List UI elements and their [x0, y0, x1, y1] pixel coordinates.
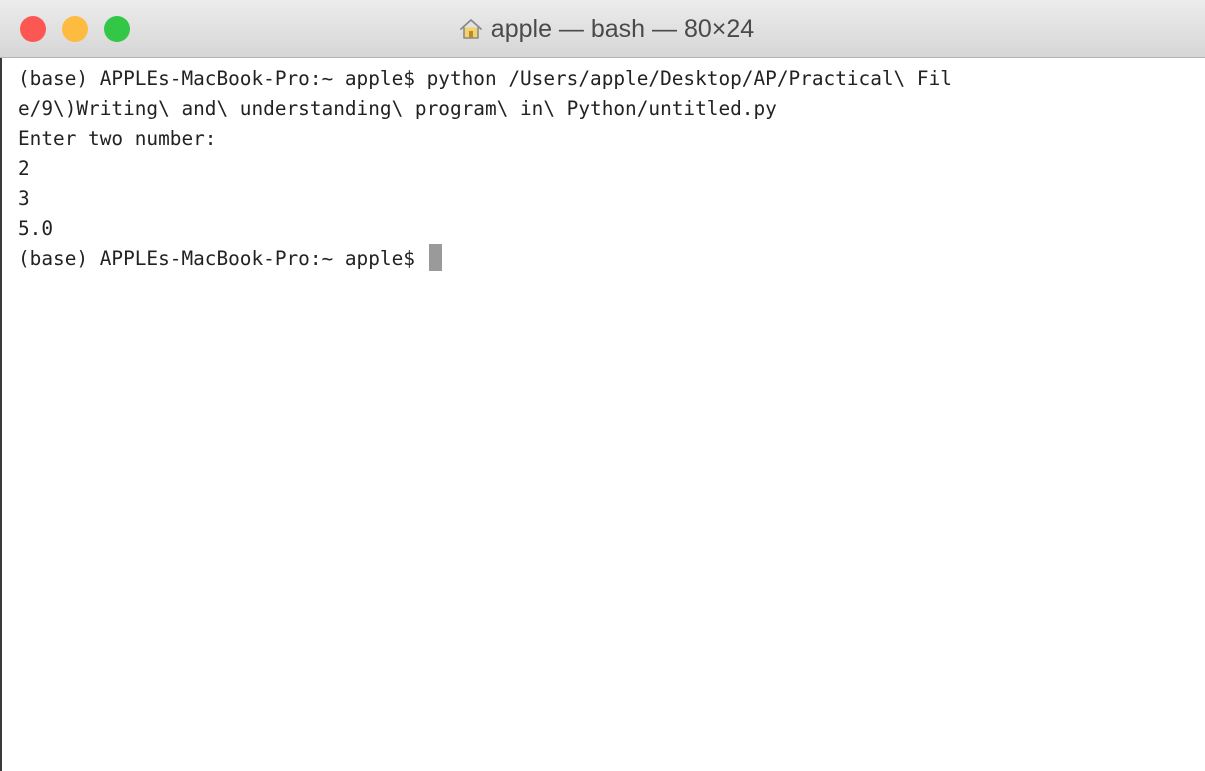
terminal-line: Enter two number:: [18, 127, 217, 150]
window-left-border: [0, 58, 2, 771]
title-bar[interactable]: apple — bash — 80×24: [0, 0, 1205, 58]
terminal-line: 2: [18, 157, 30, 180]
terminal-output[interactable]: (base) APPLEs-MacBook-Pro:~ apple$ pytho…: [18, 64, 952, 274]
window-title: apple — bash — 80×24: [490, 14, 755, 43]
terminal-line: e/9\)Writing\ and\ understanding\ progra…: [18, 97, 777, 120]
home-icon: [459, 19, 482, 39]
shell-prompt: (base) APPLEs-MacBook-Pro:~ apple$: [18, 247, 427, 270]
window-title-area: apple — bash — 80×24: [0, 0, 1205, 58]
terminal-line: 3: [18, 187, 30, 210]
window-title-group: apple — bash — 80×24: [459, 15, 754, 44]
prompt-line[interactable]: (base) APPLEs-MacBook-Pro:~ apple$: [18, 244, 952, 274]
text-cursor: [428, 244, 442, 271]
terminal-line: (base) APPLEs-MacBook-Pro:~ apple$ pytho…: [18, 67, 952, 90]
terminal-line: 5.0: [18, 217, 54, 240]
terminal-window: apple — bash — 80×24 (base) APPLEs-MacBo…: [0, 0, 1205, 771]
